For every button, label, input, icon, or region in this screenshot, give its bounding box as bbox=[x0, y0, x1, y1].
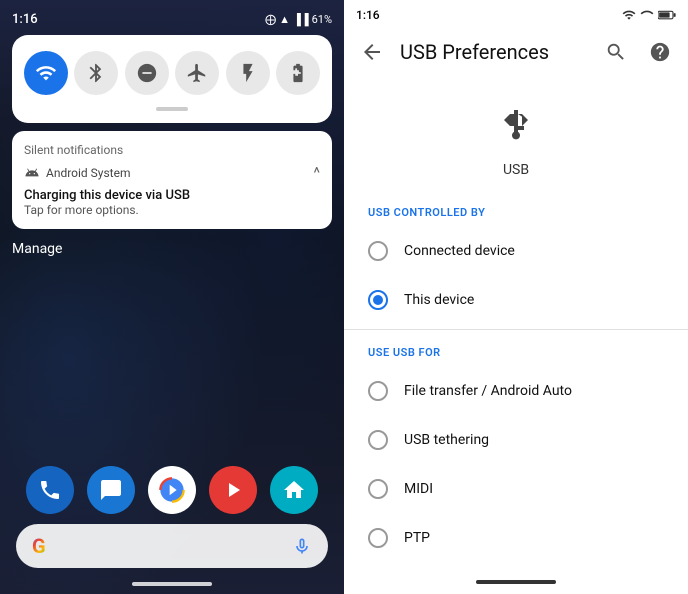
home-screen: G bbox=[0, 456, 344, 594]
search-bar[interactable]: G bbox=[16, 524, 328, 568]
notification-card[interactable]: Silent notifications Android System ^ Ch… bbox=[12, 131, 332, 229]
notification-header: Silent notifications bbox=[24, 143, 320, 157]
dock-play-app[interactable] bbox=[209, 466, 257, 514]
drag-handle bbox=[156, 107, 188, 111]
app-bar: USB Preferences bbox=[344, 24, 688, 80]
option-ptp[interactable]: PTP bbox=[344, 514, 688, 563]
right-status-bar: 1:16 bbox=[344, 0, 688, 24]
controlled-by-header: USB CONTROLLED BY bbox=[344, 194, 688, 227]
right-status-time: 1:16 bbox=[356, 8, 380, 22]
notif-source: Android System ^ bbox=[24, 163, 320, 182]
right-signal-icon bbox=[622, 8, 636, 22]
dock-messages-app[interactable] bbox=[87, 466, 135, 514]
tile-battery-saver[interactable] bbox=[276, 51, 320, 95]
radio-midi[interactable] bbox=[368, 479, 388, 499]
connected-device-label: Connected device bbox=[404, 243, 515, 259]
radio-this-device[interactable] bbox=[368, 290, 388, 310]
option-usb-tethering[interactable]: USB tethering bbox=[344, 416, 688, 465]
notif-title: Charging this device via USB bbox=[24, 188, 320, 203]
usb-text-label: USB bbox=[503, 162, 529, 178]
app-bar-actions bbox=[596, 32, 680, 72]
back-button[interactable] bbox=[352, 32, 392, 72]
tile-wifi[interactable] bbox=[24, 51, 68, 95]
bottom-nav-indicator bbox=[476, 580, 556, 584]
ptp-label: PTP bbox=[404, 530, 430, 546]
tiles-row bbox=[24, 51, 320, 95]
right-status-icons bbox=[622, 8, 676, 22]
radio-usb-tethering[interactable] bbox=[368, 430, 388, 450]
usb-tethering-label: USB tethering bbox=[404, 432, 489, 448]
signal-bars-icon: ▐▐ bbox=[293, 13, 309, 26]
usb-icon bbox=[492, 104, 540, 158]
notif-source-name: Android System bbox=[46, 166, 131, 180]
option-midi[interactable]: MIDI bbox=[344, 465, 688, 514]
app-dock bbox=[0, 456, 344, 524]
help-button[interactable] bbox=[640, 32, 680, 72]
option-file-transfer[interactable]: File transfer / Android Auto bbox=[344, 367, 688, 416]
quick-tiles-panel bbox=[12, 35, 332, 123]
battery-icon: 61% bbox=[312, 13, 332, 26]
section-divider bbox=[344, 329, 688, 330]
silent-label: Silent notifications bbox=[24, 143, 123, 157]
wifi-status-icon: ▲ bbox=[279, 13, 290, 26]
radio-file-transfer[interactable] bbox=[368, 381, 388, 401]
dock-home-app[interactable] bbox=[270, 466, 318, 514]
radio-connected-device[interactable] bbox=[368, 241, 388, 261]
radio-this-device-fill bbox=[373, 295, 383, 305]
notif-expand-icon[interactable]: ^ bbox=[313, 163, 320, 182]
notif-subtitle: Tap for more options. bbox=[24, 203, 320, 217]
left-panel: 1:16 ⨁ ▲ ▐▐ 61% bbox=[0, 0, 344, 594]
search-button[interactable] bbox=[596, 32, 636, 72]
option-this-device[interactable]: This device bbox=[344, 276, 688, 325]
nav-bar bbox=[0, 576, 344, 594]
content-scroll[interactable]: USB USB CONTROLLED BY Connected device T… bbox=[344, 80, 688, 574]
dock-phone-app[interactable] bbox=[26, 466, 74, 514]
nav-indicator bbox=[132, 582, 212, 586]
google-g-icon: G bbox=[32, 534, 46, 558]
right-battery-icon bbox=[658, 8, 676, 22]
page-title: USB Preferences bbox=[392, 40, 596, 64]
bottom-nav-bar bbox=[344, 574, 688, 594]
manage-button[interactable]: Manage bbox=[12, 237, 332, 261]
use-for-header: USE USB FOR bbox=[344, 334, 688, 367]
notification-area: 1:16 ⨁ ▲ ▐▐ 61% bbox=[0, 0, 344, 273]
this-device-label: This device bbox=[404, 292, 474, 308]
tile-flashlight[interactable] bbox=[226, 51, 270, 95]
right-cell-icon bbox=[640, 8, 654, 22]
status-icons: ⨁ ▲ ▐▐ 61% bbox=[265, 13, 332, 26]
right-panel: 1:16 USB Preferences bbox=[344, 0, 688, 594]
tile-airplane[interactable] bbox=[175, 51, 219, 95]
dock-photos-app[interactable] bbox=[148, 466, 196, 514]
tile-bluetooth[interactable] bbox=[74, 51, 118, 95]
midi-label: MIDI bbox=[404, 481, 433, 497]
status-time: 1:16 bbox=[12, 12, 38, 27]
file-transfer-label: File transfer / Android Auto bbox=[404, 383, 572, 399]
google-mic-icon[interactable] bbox=[292, 536, 312, 556]
tile-dnd[interactable] bbox=[125, 51, 169, 95]
option-connected-device[interactable]: Connected device bbox=[344, 227, 688, 276]
option-no-data-transfer[interactable]: No data transfer bbox=[344, 563, 688, 574]
usb-section: USB bbox=[344, 80, 688, 194]
android-system-icon bbox=[24, 165, 40, 181]
status-bar: 1:16 ⨁ ▲ ▐▐ 61% bbox=[12, 8, 332, 35]
signal-icon: ⨁ bbox=[265, 13, 276, 26]
radio-ptp[interactable] bbox=[368, 528, 388, 548]
